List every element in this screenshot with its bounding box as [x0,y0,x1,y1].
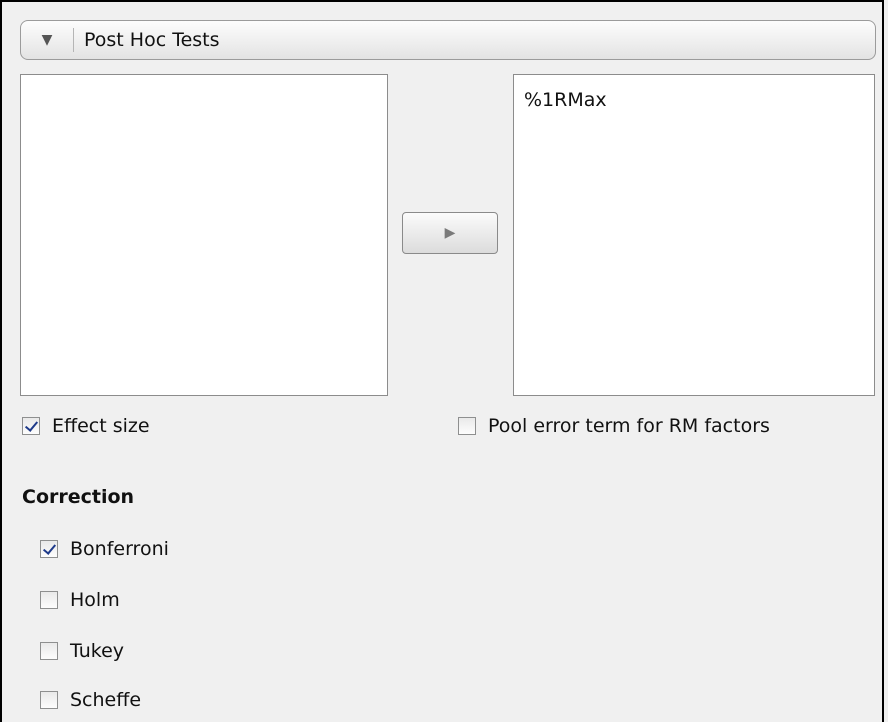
list-item[interactable]: %1RMax [524,89,864,111]
tukey-checkbox[interactable] [40,642,58,660]
correction-holm-option[interactable]: Holm [40,589,120,611]
effect-size-label: Effect size [52,415,150,437]
holm-checkbox[interactable] [40,591,58,609]
header-separator [73,28,74,52]
bonferroni-label: Bonferroni [70,538,169,560]
move-to-selected-button[interactable]: ▶ [402,212,498,254]
pool-error-label: Pool error term for RM factors [488,415,770,437]
triangle-right-icon: ▶ [444,225,456,241]
correction-scheffe-option[interactable]: Scheffe [40,689,141,711]
correction-heading: Correction [22,486,135,508]
section-title: Post Hoc Tests [84,29,220,51]
pool-error-option[interactable]: Pool error term for RM factors [458,415,770,437]
holm-label: Holm [70,589,120,611]
scheffe-checkbox[interactable] [40,691,58,709]
effect-size-checkbox[interactable] [22,417,40,435]
correction-tukey-option[interactable]: Tukey [40,640,124,662]
selected-terms-list[interactable]: %1RMax [513,74,875,396]
pool-error-checkbox[interactable] [458,417,476,435]
triangle-down-icon[interactable]: ▼ [21,21,73,59]
scheffe-label: Scheffe [70,689,142,711]
available-terms-list[interactable] [20,74,388,396]
tukey-label: Tukey [70,640,125,662]
bonferroni-checkbox[interactable] [40,540,58,558]
correction-bonferroni-option[interactable]: Bonferroni [40,538,169,560]
effect-size-option[interactable]: Effect size [22,415,150,437]
post-hoc-tests-header[interactable]: ▼ Post Hoc Tests [20,20,876,60]
